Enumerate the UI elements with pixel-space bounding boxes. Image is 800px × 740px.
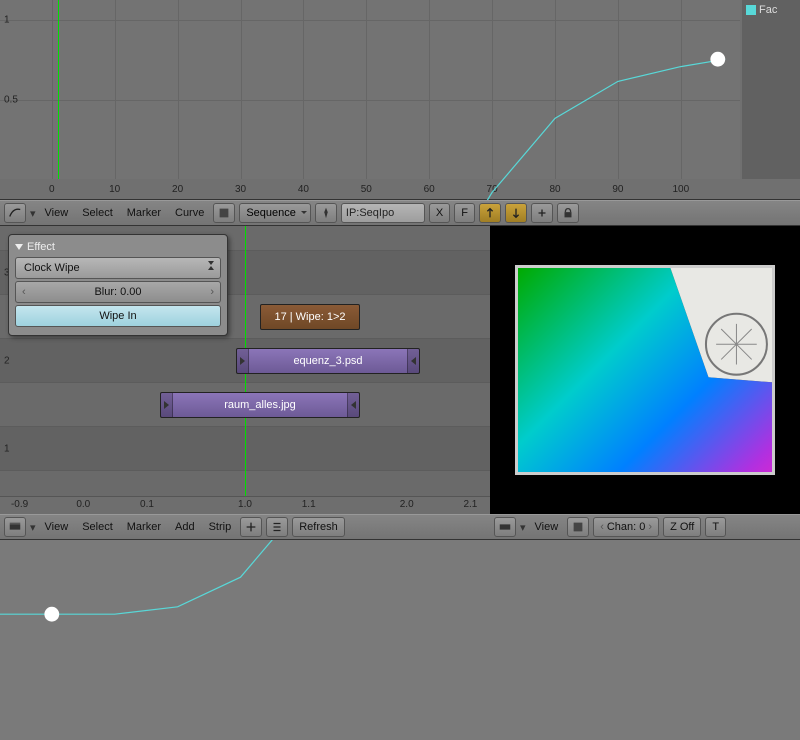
editor-type-icon[interactable] <box>4 203 26 223</box>
zebra-off-button[interactable]: Z Off <box>663 517 701 537</box>
sequencer-timeline[interactable]: 3 2 1 17 | Wipe: 1>2 equenz_3.psd raum_a… <box>0 226 490 514</box>
strip-handle-right[interactable] <box>407 349 419 373</box>
editor-type-icon[interactable] <box>4 517 26 537</box>
strip-image-raum[interactable]: raum_alles.jpg <box>160 392 360 418</box>
seq-display-toggle-b-icon[interactable] <box>266 517 288 537</box>
strip-handle-right[interactable] <box>347 393 359 417</box>
channel-field[interactable]: ‹ Chan: 0 › <box>593 517 659 537</box>
wipe-type-select[interactable]: Clock Wipe <box>15 257 221 279</box>
fac-color-swatch <box>746 5 756 15</box>
zoom-to-all-icon[interactable] <box>505 203 527 223</box>
seq-header: ▾ View Select Marker Add Strip Refresh <box>0 514 490 540</box>
strip-image-a-label: equenz_3.psd <box>293 355 362 367</box>
ipo-editor: 1 0.5 0 10 20 30 40 50 60 70 80 90 100 F… <box>0 0 800 200</box>
strip-image-equenz[interactable]: equenz_3.psd <box>236 348 420 374</box>
strip-image-b-label: raum_alles.jpg <box>224 399 296 411</box>
channel-label-1: 1 <box>4 443 10 454</box>
ipo-channel-fac[interactable]: Fac <box>746 4 796 16</box>
move-marker-icon[interactable] <box>531 203 553 223</box>
menu-view[interactable]: View <box>530 521 564 533</box>
editor-type-icon[interactable] <box>494 517 516 537</box>
effect-panel-toggle[interactable]: Effect <box>15 241 221 253</box>
menu-marker[interactable]: Marker <box>122 207 166 219</box>
ipo-type-select[interactable]: Sequence <box>239 203 311 223</box>
ipo-header: ▾ View Select Marker Curve Sequence IP:S… <box>0 200 800 226</box>
menu-view[interactable]: View <box>40 521 74 533</box>
preview-header: ▾ View ‹ Chan: 0 › Z Off T <box>490 514 800 540</box>
menu-strip[interactable]: Strip <box>204 521 237 533</box>
pin-icon[interactable] <box>315 203 337 223</box>
ghost-icon[interactable] <box>213 203 235 223</box>
strip-effect-label: 17 | Wipe: 1>2 <box>274 311 345 323</box>
channel-label-2: 2 <box>4 355 10 366</box>
menu-add[interactable]: Add <box>170 521 200 533</box>
seq-display-toggle-a-icon[interactable] <box>240 517 262 537</box>
menu-select[interactable]: Select <box>77 521 118 533</box>
refresh-button[interactable]: Refresh <box>292 517 345 537</box>
delete-datablock-button[interactable]: X <box>429 203 450 223</box>
preview-content <box>518 268 772 475</box>
lower-area: 3 2 1 17 | Wipe: 1>2 equenz_3.psd raum_a… <box>0 226 800 514</box>
menu-select[interactable]: Select <box>77 207 118 219</box>
strip-handle-left[interactable] <box>237 349 249 373</box>
title-safe-button[interactable]: T <box>705 517 726 537</box>
menu-curve[interactable]: Curve <box>170 207 209 219</box>
menu-marker[interactable]: Marker <box>122 521 166 533</box>
preview-mode-icon[interactable] <box>567 517 589 537</box>
effect-panel-title: Effect <box>27 241 55 253</box>
ipo-channel-list: Fac <box>742 0 800 179</box>
sequencer-preview <box>490 226 800 514</box>
strip-handle-left[interactable] <box>161 393 173 417</box>
lock-view-icon[interactable] <box>557 203 579 223</box>
preview-frame[interactable] <box>515 265 775 475</box>
effect-panel: Effect Clock Wipe Blur: 0.00 Wipe In <box>8 234 228 336</box>
zoom-to-keys-icon[interactable] <box>479 203 501 223</box>
fake-user-button[interactable]: F <box>454 203 475 223</box>
seq-ruler[interactable]: -0.9 0.0 0.1 1.0 1.1 2.0 2.1 <box>0 496 490 514</box>
ipo-canvas[interactable]: 1 0.5 0 10 20 30 40 50 60 70 80 90 100 <box>0 0 740 179</box>
strip-effect-wipe[interactable]: 17 | Wipe: 1>2 <box>260 304 360 330</box>
ipo-datablock-field[interactable]: IP:SeqIpo <box>341 203 425 223</box>
wipe-blur-field[interactable]: Blur: 0.00 <box>15 281 221 303</box>
wipe-direction-toggle[interactable]: Wipe In <box>15 305 221 327</box>
menu-view[interactable]: View <box>40 207 74 219</box>
